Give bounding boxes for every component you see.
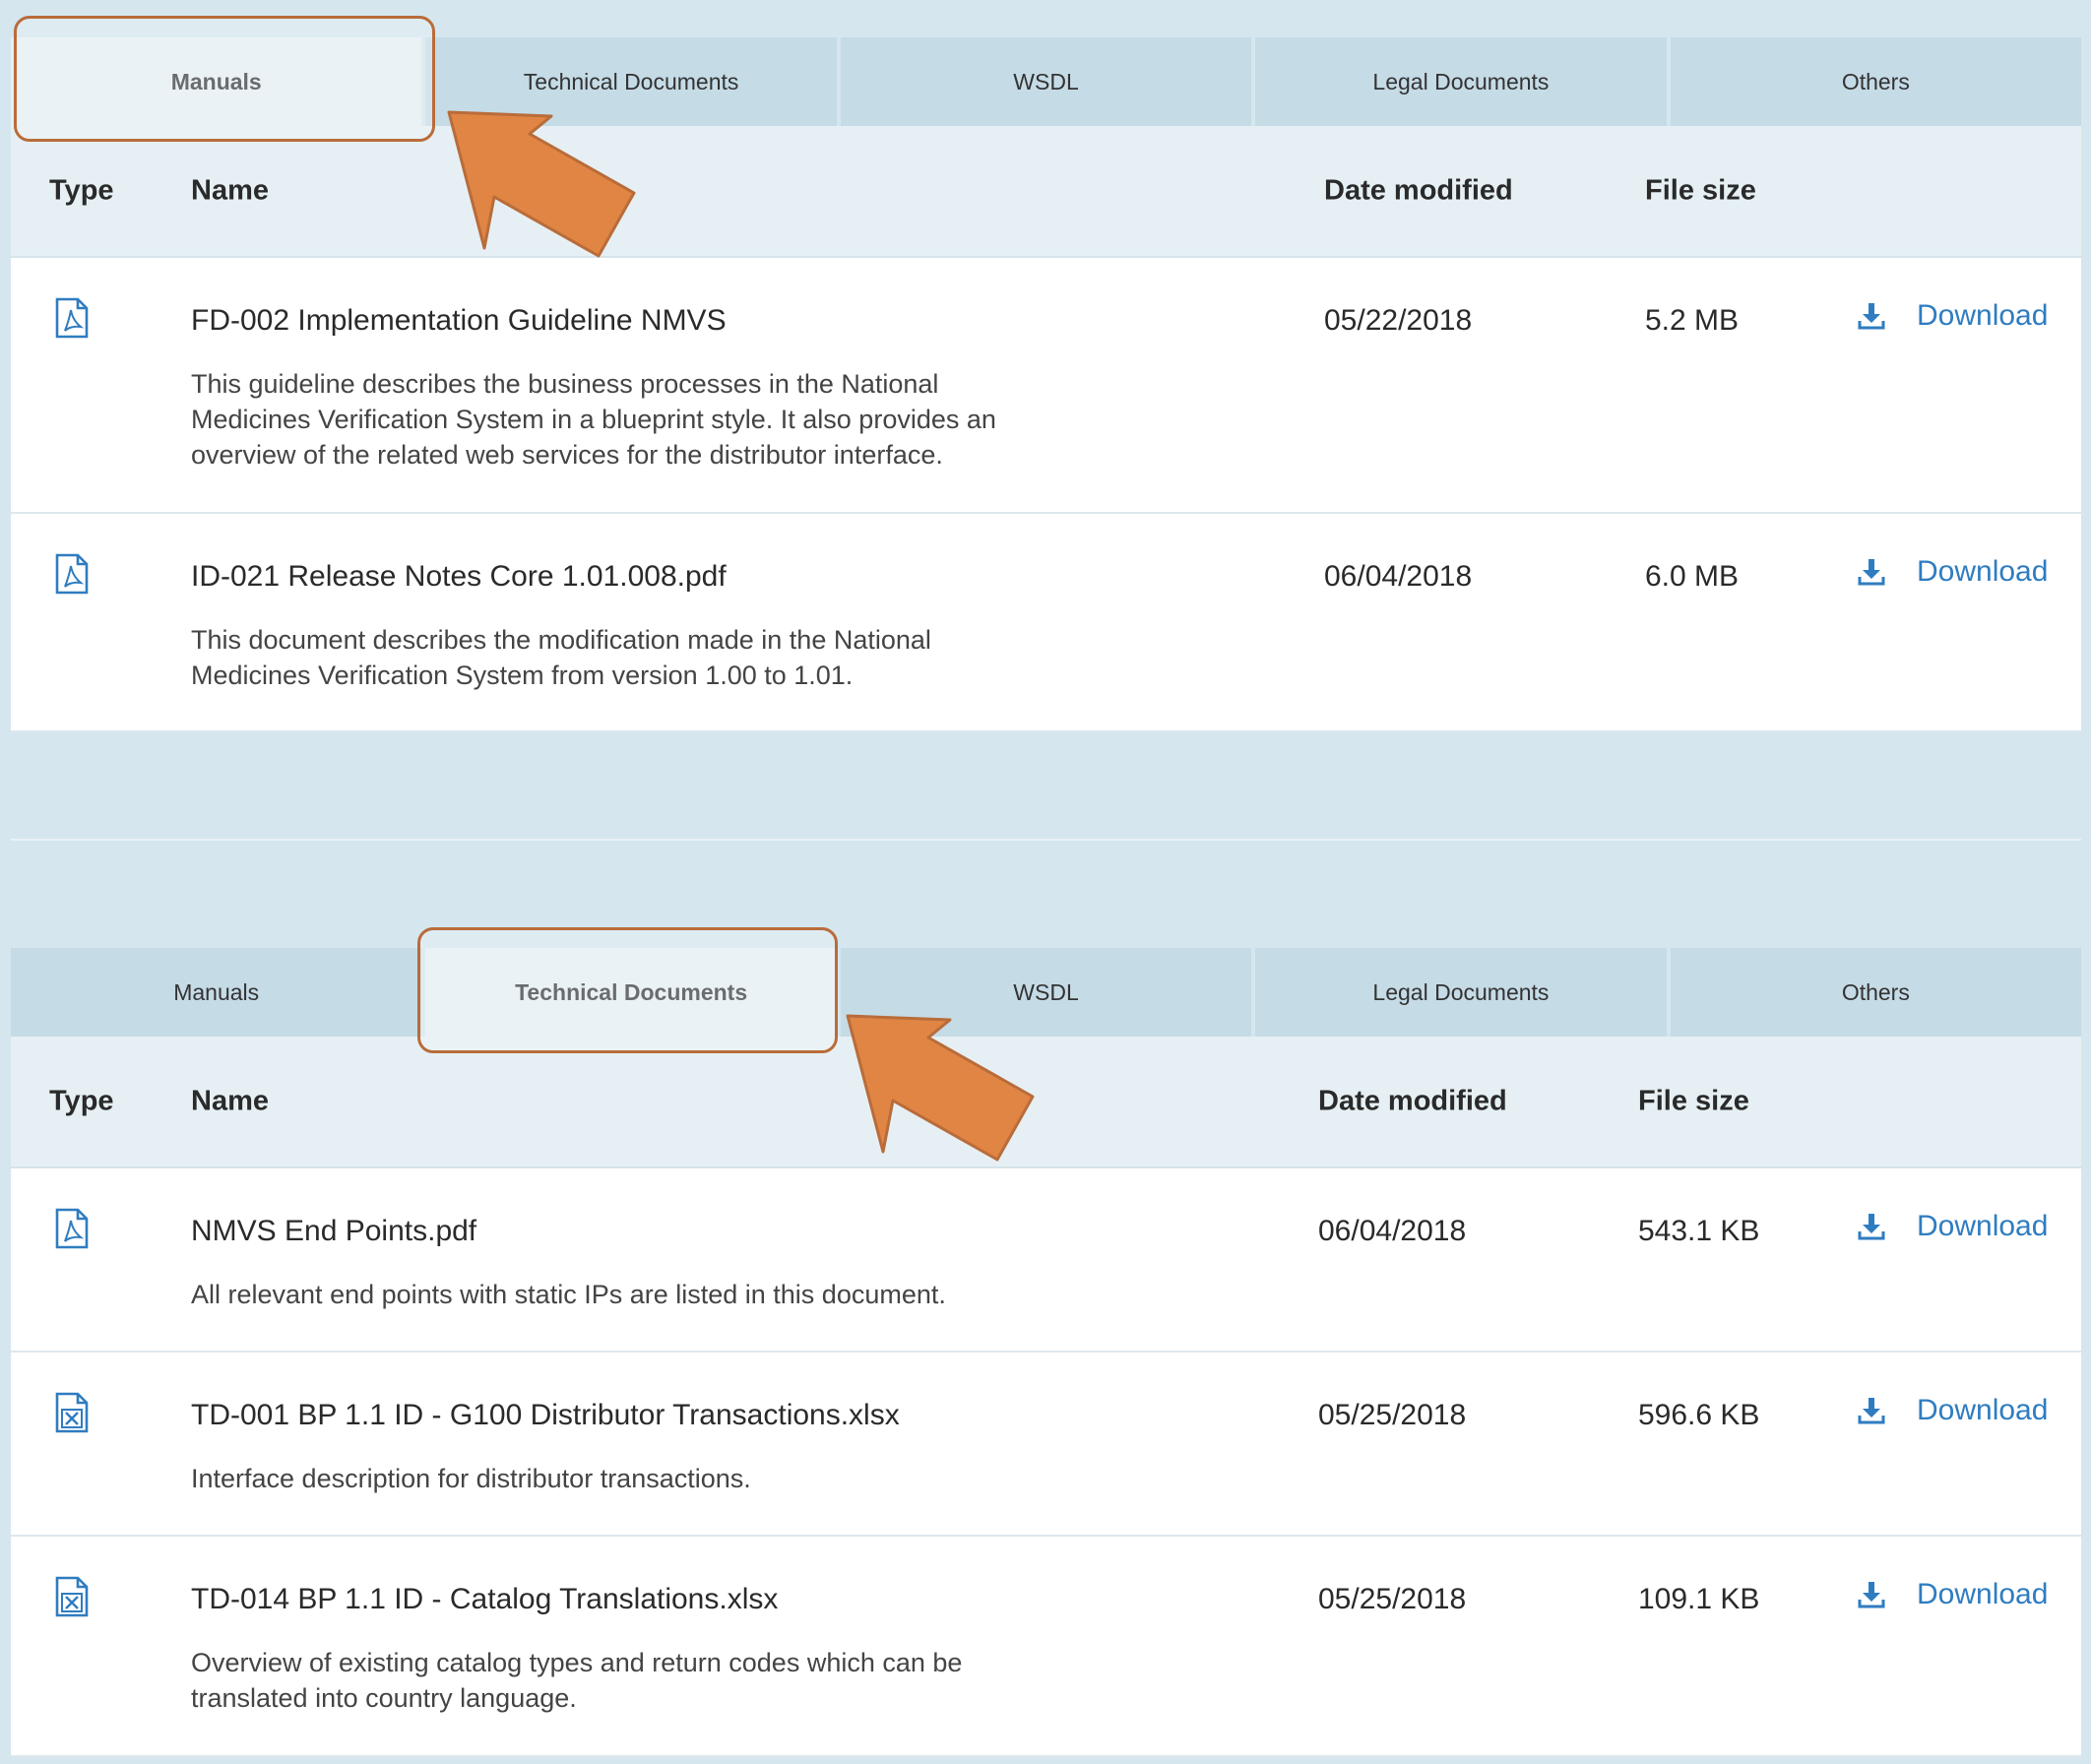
- column-date-modified: Date modified: [1324, 174, 1513, 207]
- table-row: TD-014 BP 1.1 ID - Catalog Translations.…: [11, 1537, 2081, 1757]
- date-modified: 06/04/2018: [1318, 1215, 1467, 1247]
- download-button[interactable]: Download: [1858, 299, 2048, 333]
- tab-label: WSDL: [1013, 68, 1079, 94]
- download-label: Download: [1917, 299, 2049, 332]
- table-row: NMVS End Points.pdf All relevant end poi…: [11, 1168, 2081, 1353]
- table-row: ID-021 Release Notes Core 1.01.008.pdf T…: [11, 514, 2081, 732]
- document-name: TD-001 BP 1.1 ID - G100 Distributor Tran…: [191, 1399, 900, 1431]
- pdf-file-icon: [55, 553, 89, 595]
- file-size: 109.1 KB: [1638, 1583, 1760, 1615]
- arrow-pointer-icon: [846, 1014, 1035, 1162]
- download-label: Download: [1917, 1210, 2049, 1242]
- section-divider: [11, 839, 2081, 841]
- document-description: This document describes the modification…: [191, 625, 931, 690]
- arrow-pointer-icon: [447, 110, 636, 258]
- date-modified: 05/25/2018: [1318, 1399, 1467, 1431]
- download-button[interactable]: Download: [1858, 1578, 2048, 1611]
- file-size: 6.0 MB: [1645, 560, 1740, 593]
- column-date-modified: Date modified: [1318, 1085, 1507, 1117]
- document-name: TD-014 BP 1.1 ID - Catalog Translations.…: [191, 1583, 779, 1615]
- tab-legal-documents[interactable]: Legal Documents: [1255, 948, 1667, 1037]
- column-type: Type: [49, 1085, 114, 1117]
- download-button[interactable]: Download: [1858, 555, 2048, 589]
- download-icon: [1858, 1582, 1885, 1608]
- column-name: Name: [191, 1085, 269, 1117]
- date-modified: 06/04/2018: [1324, 560, 1473, 593]
- download-button[interactable]: Download: [1858, 1210, 2048, 1243]
- document-description: This guideline describes the business pr…: [191, 369, 996, 470]
- tab-label: Legal Documents: [1372, 978, 1550, 1005]
- document-name: NMVS End Points.pdf: [191, 1215, 477, 1247]
- pdf-file-icon: [55, 1208, 89, 1249]
- document-name: FD-002 Implementation Guideline NMVS: [191, 304, 727, 337]
- column-type: Type: [49, 174, 114, 207]
- file-size: 596.6 KB: [1638, 1399, 1760, 1431]
- excel-file-icon: [55, 1392, 89, 1433]
- document-description: Interface description for distributor tr…: [191, 1464, 751, 1493]
- download-label: Download: [1917, 555, 2049, 588]
- column-file-size: File size: [1645, 174, 1756, 207]
- download-icon: [1858, 1398, 1885, 1424]
- download-icon: [1858, 559, 1885, 586]
- document-description: Overview of existing catalog types and r…: [191, 1648, 963, 1713]
- tab-label: WSDL: [1013, 978, 1079, 1005]
- tab-label: Others: [1841, 978, 1910, 1005]
- tab-others[interactable]: Others: [1670, 37, 2082, 126]
- table-row: TD-001 BP 1.1 ID - G100 Distributor Tran…: [11, 1353, 2081, 1537]
- date-modified: 05/22/2018: [1324, 304, 1473, 337]
- document-description: All relevant end points with static IPs …: [191, 1280, 946, 1309]
- tab-label: Technical Documents: [523, 68, 739, 94]
- pdf-file-icon: [55, 297, 89, 339]
- highlight-box-technical-documents: [417, 927, 838, 1053]
- table-header-1: Type Name Date modified File size: [11, 126, 2081, 258]
- download-icon: [1858, 1214, 1885, 1240]
- download-icon: [1858, 303, 1885, 330]
- file-size: 543.1 KB: [1638, 1215, 1760, 1247]
- column-name: Name: [191, 174, 269, 207]
- tab-label: Manuals: [173, 978, 260, 1005]
- tab-others[interactable]: Others: [1670, 948, 2082, 1037]
- column-file-size: File size: [1638, 1085, 1749, 1117]
- tab-manuals[interactable]: Manuals: [11, 948, 422, 1037]
- excel-file-icon: [55, 1576, 89, 1617]
- tab-wsdl[interactable]: WSDL: [840, 37, 1252, 126]
- file-size: 5.2 MB: [1645, 304, 1740, 337]
- tab-label: Others: [1841, 68, 1910, 94]
- download-button[interactable]: Download: [1858, 1394, 2048, 1427]
- table-row: FD-002 Implementation Guideline NMVS Thi…: [11, 258, 2081, 514]
- date-modified: 05/25/2018: [1318, 1583, 1467, 1615]
- document-name: ID-021 Release Notes Core 1.01.008.pdf: [191, 560, 727, 593]
- download-label: Download: [1917, 1578, 2049, 1610]
- tab-label: Legal Documents: [1372, 68, 1550, 94]
- highlight-box-manuals: [14, 16, 435, 142]
- download-label: Download: [1917, 1394, 2049, 1426]
- tab-legal-documents[interactable]: Legal Documents: [1255, 37, 1667, 126]
